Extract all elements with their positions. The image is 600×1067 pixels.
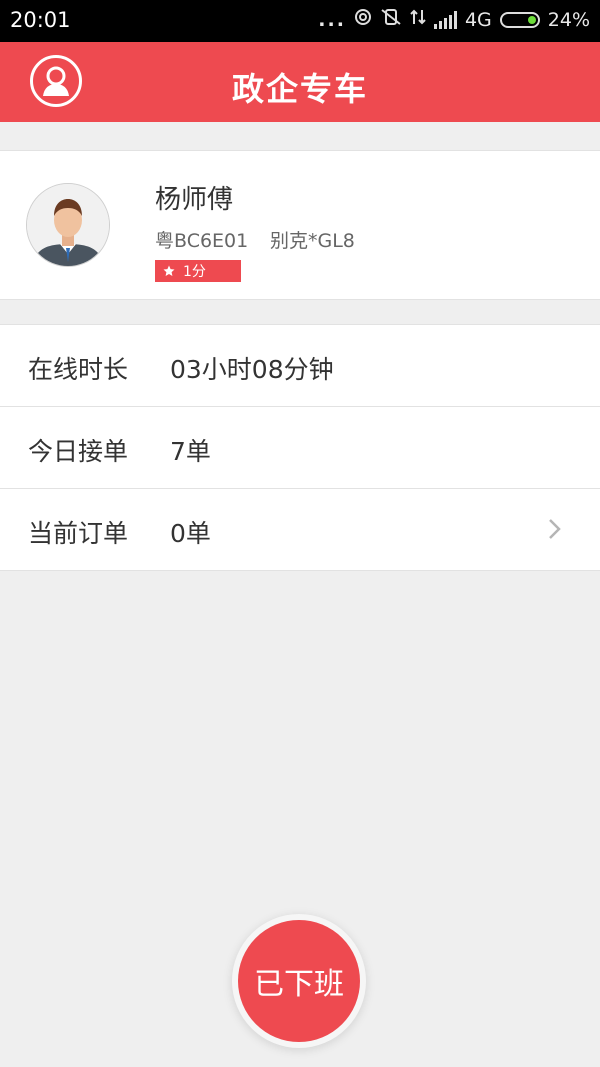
more-dots: ...	[318, 8, 346, 31]
network-type: 4G	[464, 8, 492, 31]
rating-value: 1分	[183, 264, 206, 280]
headset-icon	[354, 8, 372, 31]
status-bar: 20:01 ... 4G 24%	[0, 0, 600, 42]
online-duration-label: 在线时长	[28, 355, 129, 384]
online-duration-value: 03小时08分钟	[170, 355, 334, 384]
stats-list: 在线时长 03小时08分钟 今日接单 7单 当前订单 0单	[0, 324, 600, 571]
status-icons: ... 4G 24%	[318, 8, 590, 31]
signal-icon	[433, 10, 457, 29]
status-time: 20:01	[10, 8, 71, 32]
vibrate-off-icon	[380, 8, 402, 31]
stat-row-today-orders: 今日接单 7单	[0, 407, 600, 489]
current-orders-value: 0单	[170, 519, 211, 548]
app-header: 政企专车	[0, 42, 600, 122]
driver-avatar	[26, 183, 110, 267]
driver-profile-card: 杨师傅 粤BC6E01 别克*GL8 1分	[0, 150, 600, 300]
car-model: 别克*GL8	[270, 230, 355, 252]
page-title: 政企专车	[231, 70, 368, 108]
rating-badge: 1分	[155, 260, 241, 282]
stat-row-current-orders[interactable]: 当前订单 0单	[0, 489, 600, 571]
license-plate: 粤BC6E01	[155, 230, 249, 252]
data-transfer-icon	[410, 8, 426, 31]
battery-level: 24%	[547, 8, 590, 31]
stat-row-online-duration: 在线时长 03小时08分钟	[0, 325, 600, 407]
today-orders-value: 7单	[170, 437, 211, 466]
star-icon	[163, 265, 175, 276]
current-orders-label: 当前订单	[28, 519, 129, 548]
today-orders-label: 今日接单	[28, 437, 129, 466]
driver-name: 杨师傅	[155, 185, 234, 215]
off-duty-button[interactable]: 已下班	[238, 920, 360, 1042]
battery-icon	[499, 11, 540, 28]
chevron-right-icon	[548, 517, 562, 546]
